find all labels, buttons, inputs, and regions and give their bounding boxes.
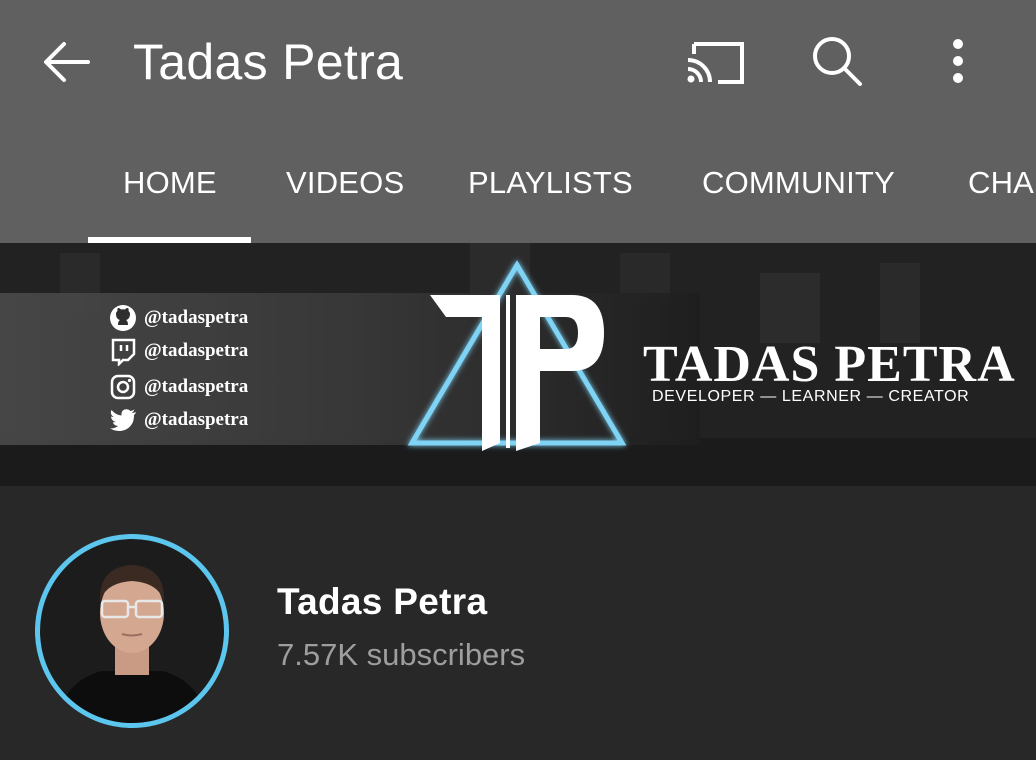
social-github: @tadaspetra bbox=[108, 303, 248, 333]
banner-tagline: DEVELOPER — LEARNER — CREATOR bbox=[652, 388, 970, 405]
twitch-icon bbox=[111, 338, 136, 366]
social-handle: @tadaspetra bbox=[144, 376, 249, 397]
search-button[interactable] bbox=[806, 32, 870, 92]
search-icon bbox=[813, 37, 862, 86]
twitter-icon bbox=[110, 409, 136, 431]
banner-brand-name: TADAS PETRA bbox=[643, 336, 1016, 393]
tab-bar: HOME VIDEOS PLAYLISTS COMMUNITY CHA bbox=[0, 150, 1036, 243]
back-button[interactable] bbox=[36, 34, 98, 90]
social-handle: @tadaspetra bbox=[144, 340, 249, 361]
cast-button[interactable] bbox=[684, 32, 748, 92]
tab-playlists[interactable]: PLAYLISTS bbox=[468, 163, 633, 203]
page-title: Tadas Petra bbox=[133, 34, 404, 90]
social-handle: @tadaspetra bbox=[144, 307, 249, 328]
more-vertical-icon bbox=[953, 39, 963, 83]
channel-avatar[interactable] bbox=[32, 531, 232, 731]
social-handle: @tadaspetra bbox=[144, 409, 249, 430]
back-arrow-icon bbox=[44, 42, 90, 82]
tab-videos[interactable]: VIDEOS bbox=[286, 163, 404, 203]
more-options-button[interactable] bbox=[928, 32, 992, 92]
tab-channels[interactable]: CHA bbox=[968, 163, 1034, 203]
social-twitter: @tadaspetra bbox=[108, 405, 248, 435]
social-twitch: @tadaspetra bbox=[108, 336, 248, 366]
github-icon bbox=[110, 305, 136, 331]
social-instagram: @tadaspetra bbox=[108, 372, 248, 402]
channel-name: Tadas Petra bbox=[277, 581, 488, 622]
cast-icon bbox=[687, 42, 744, 84]
instagram-icon bbox=[110, 374, 136, 400]
app-bar: Tadas Petra HOME VIDEOS PLAYLISTS COMMUN… bbox=[0, 0, 1036, 243]
tab-community[interactable]: COMMUNITY bbox=[702, 163, 895, 203]
subscriber-count: 7.57K subscribers bbox=[277, 637, 526, 672]
tab-home[interactable]: HOME bbox=[123, 163, 217, 203]
avatar bbox=[35, 534, 229, 728]
